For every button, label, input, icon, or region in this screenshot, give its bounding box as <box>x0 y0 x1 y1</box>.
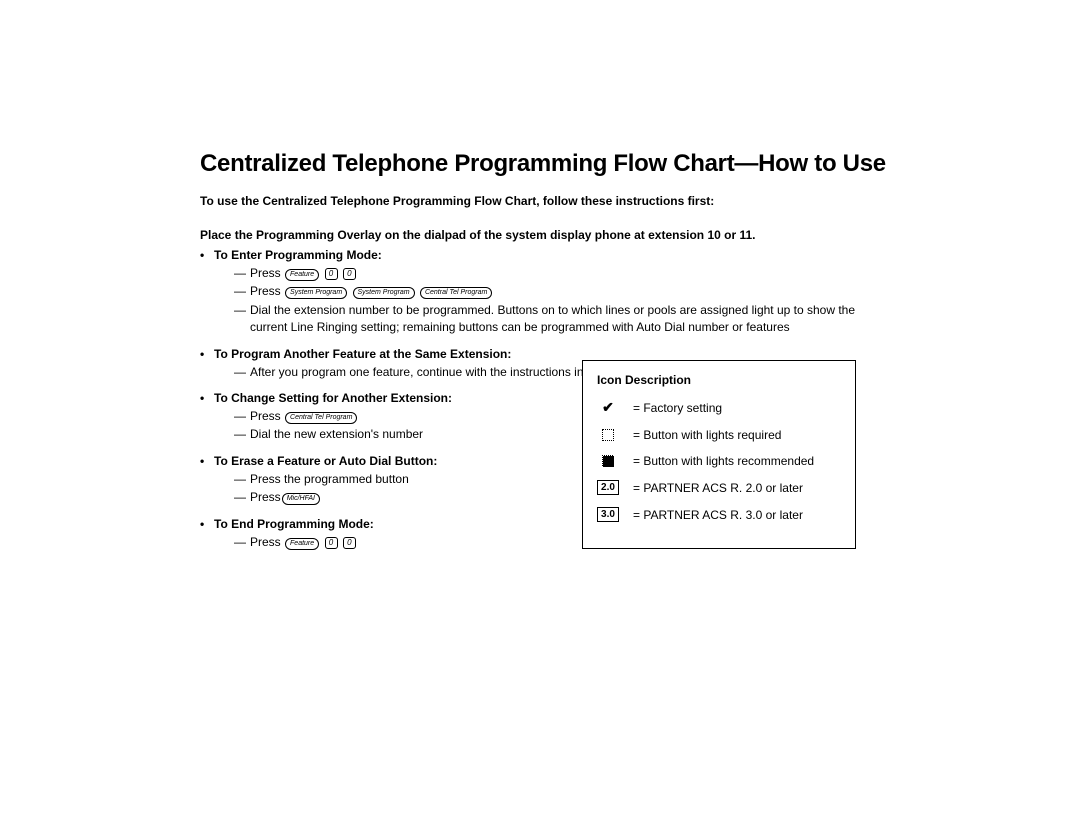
overlay-instruction: Place the Programming Overlay on the dia… <box>200 228 980 242</box>
icon-description-box: Icon Description ✔ = Factory setting = B… <box>582 360 856 549</box>
enter-mode-heading: To Enter Programming Mode: <box>200 246 870 264</box>
icon-desc: = Button with lights recommended <box>633 454 814 468</box>
press-label: Press <box>250 409 281 423</box>
system-program-key: System Program <box>353 287 415 299</box>
page-title: Centralized Telephone Programming Flow C… <box>200 150 980 178</box>
erase-heading: To Erase a Feature or Auto Dial Button: <box>200 452 584 470</box>
digit-key: 0 <box>325 537 338 549</box>
change-ext-heading: To Change Setting for Another Extension: <box>200 389 584 407</box>
press-label: Press <box>250 284 281 298</box>
enter-mode-steps: Press Feature 0 0 Press System Program S… <box>234 265 870 337</box>
erase-press-mic: PressMic/HFAI <box>234 489 604 506</box>
icon-row-v30: 3.0 = PARTNER ACS R. 3.0 or later <box>597 507 841 522</box>
icon-desc: = Factory setting <box>633 401 722 415</box>
feature-key: Feature <box>285 269 319 281</box>
version-badge: 3.0 <box>597 507 619 522</box>
icon-row-v20: 2.0 = PARTNER ACS R. 2.0 or later <box>597 480 841 495</box>
digit-key: 0 <box>343 268 356 280</box>
change-ext-steps: Press Central Tel Program Dial the new e… <box>234 408 604 444</box>
filled-square-icon <box>597 456 619 467</box>
change-ext-dial: Dial the new extension's number <box>234 426 604 443</box>
mic-hfai-key: Mic/HFAI <box>282 493 320 505</box>
digit-key: 0 <box>325 268 338 280</box>
version-badge: 2.0 <box>597 480 619 495</box>
icon-desc: = Button with lights required <box>633 428 781 442</box>
dotted-square-icon <box>597 429 619 441</box>
icon-row-factory: ✔ = Factory setting <box>597 399 841 416</box>
enter-step-press1: Press Feature 0 0 <box>234 265 870 282</box>
icon-desc: = PARTNER ACS R. 3.0 or later <box>633 508 803 522</box>
system-program-key: System Program <box>285 287 347 299</box>
icon-box-title: Icon Description <box>597 373 841 387</box>
central-tel-program-key: Central Tel Program <box>285 412 357 424</box>
icon-row-lights-required: = Button with lights required <box>597 428 841 442</box>
icon-desc: = PARTNER ACS R. 2.0 or later <box>633 481 803 495</box>
change-ext-press: Press Central Tel Program <box>234 408 604 425</box>
icon-row-lights-recommended: = Button with lights recommended <box>597 454 841 468</box>
press-label: Press <box>250 535 281 549</box>
press-label: Press <box>250 490 281 504</box>
check-icon: ✔ <box>597 399 619 416</box>
end-mode-heading: To End Programming Mode: <box>200 515 584 533</box>
digit-key: 0 <box>343 537 356 549</box>
feature-key: Feature <box>285 538 319 550</box>
intro-text: To use the Centralized Telephone Program… <box>200 192 980 210</box>
central-tel-program-key: Central Tel Program <box>420 287 492 299</box>
erase-steps: Press the programmed button PressMic/HFA… <box>234 471 604 507</box>
erase-press-btn: Press the programmed button <box>234 471 604 488</box>
end-press: Press Feature 0 0 <box>234 534 604 551</box>
enter-step-dial: Dial the extension number to be programm… <box>234 302 870 337</box>
end-mode-steps: Press Feature 0 0 <box>234 534 604 551</box>
enter-step-press2: Press System Program System Program Cent… <box>234 283 870 300</box>
press-label: Press <box>250 266 281 280</box>
